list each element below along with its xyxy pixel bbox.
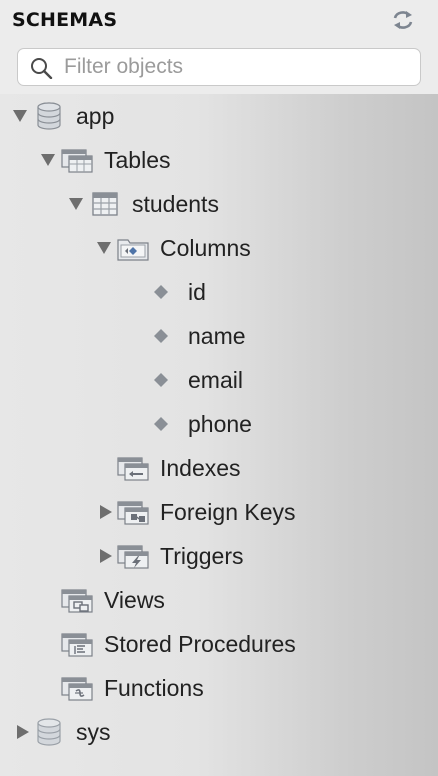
search-icon (31, 58, 53, 79)
disclosure-collapsed-icon[interactable] (12, 721, 34, 743)
tree-label: Views (104, 587, 165, 613)
tree-node-column[interactable]: name (0, 314, 438, 358)
tree-label: Stored Procedures (104, 631, 296, 657)
database-icon (33, 102, 65, 130)
refresh-icon[interactable] (390, 8, 416, 32)
disclosure-collapsed-icon[interactable] (95, 545, 117, 567)
tables-folder-icon (61, 146, 93, 174)
column-diamond-icon (145, 278, 177, 306)
tree-node-views[interactable]: Views (0, 578, 438, 622)
triggers-folder-icon (117, 542, 149, 570)
tree-label: app (76, 103, 115, 129)
schema-tree: app Tables students Columns id name emai… (0, 94, 438, 776)
disclosure-expanded-icon[interactable] (9, 105, 31, 127)
functions-folder-icon (61, 674, 93, 702)
tree-node-tables[interactable]: Tables (0, 138, 438, 182)
panel-title: SCHEMAS (12, 9, 118, 31)
disclosure-collapsed-icon[interactable] (95, 501, 117, 523)
tree-label: name (188, 323, 246, 349)
filter-input[interactable] (64, 53, 404, 81)
tree-label: Tables (104, 147, 171, 173)
tree-node-column[interactable]: id (0, 270, 438, 314)
schemas-header: SCHEMAS (0, 0, 438, 94)
disclosure-expanded-icon[interactable] (65, 193, 87, 215)
database-icon (33, 718, 65, 746)
stored-procedures-folder-icon (61, 630, 93, 658)
tree-node-columns[interactable]: Columns (0, 226, 438, 270)
tree-node-column[interactable]: email (0, 358, 438, 402)
tree-label: Columns (160, 235, 251, 261)
tree-node-sys[interactable]: sys (0, 710, 438, 754)
tree-node-triggers[interactable]: Triggers (0, 534, 438, 578)
column-diamond-icon (145, 322, 177, 350)
column-diamond-icon (145, 366, 177, 394)
tree-label: sys (76, 719, 111, 745)
tree-label: email (188, 367, 243, 393)
filter-search-field[interactable] (17, 48, 421, 86)
tree-node-students[interactable]: students (0, 182, 438, 226)
disclosure-expanded-icon[interactable] (37, 149, 59, 171)
tree-label: Triggers (160, 543, 244, 569)
tree-node-foreign-keys[interactable]: Foreign Keys (0, 490, 438, 534)
tree-node-stored-procedures[interactable]: Stored Procedures (0, 622, 438, 666)
column-diamond-icon (145, 410, 177, 438)
foreign-keys-folder-icon (117, 498, 149, 526)
tree-node-functions[interactable]: Functions (0, 666, 438, 710)
tree-node-column[interactable]: phone (0, 402, 438, 446)
views-folder-icon (61, 586, 93, 614)
columns-folder-icon (117, 234, 149, 262)
tree-label: Functions (104, 675, 204, 701)
tree-label: Foreign Keys (160, 499, 296, 525)
tree-node-indexes[interactable]: Indexes (0, 446, 438, 490)
disclosure-expanded-icon[interactable] (93, 237, 115, 259)
tree-label: students (132, 191, 219, 217)
indexes-folder-icon (117, 454, 149, 482)
tree-label: phone (188, 411, 252, 437)
table-icon (89, 190, 121, 218)
tree-node-app[interactable]: app (0, 94, 438, 138)
tree-label: id (188, 279, 206, 305)
tree-label: Indexes (160, 455, 241, 481)
